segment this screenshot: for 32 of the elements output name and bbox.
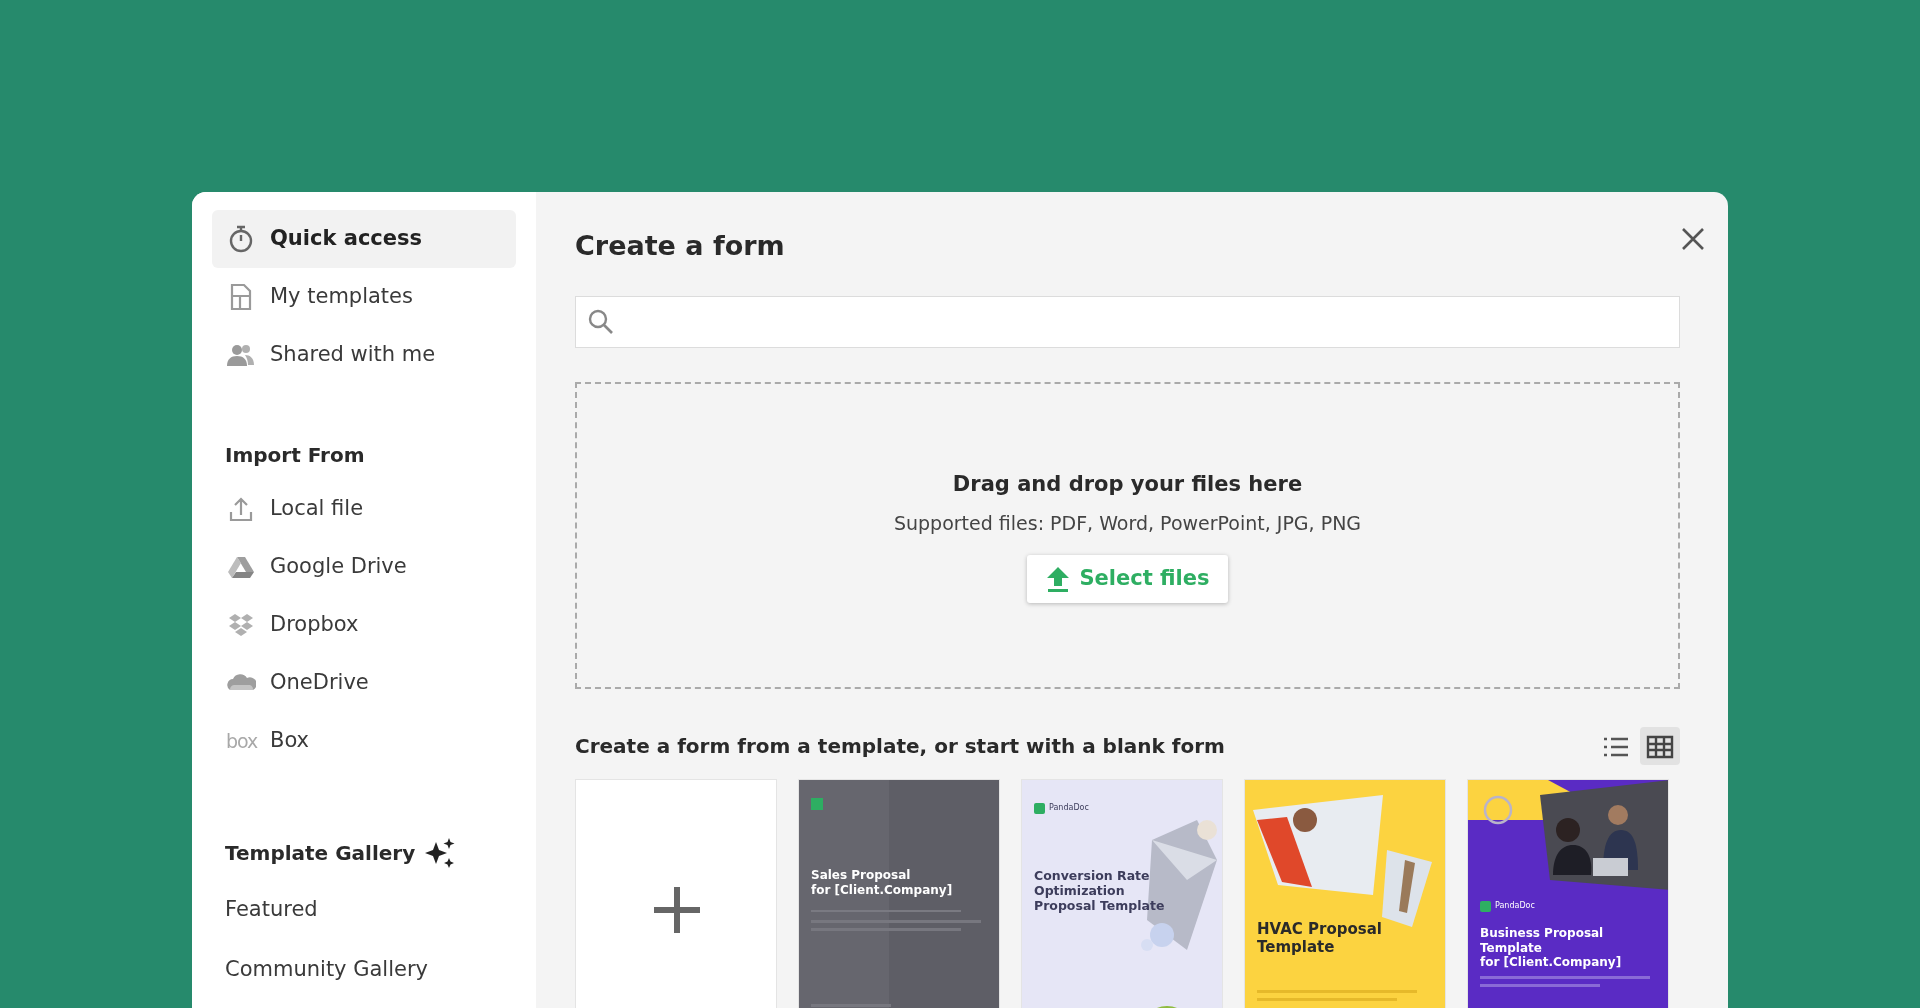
sidebar-item[interactable]: Quick access: [212, 210, 516, 268]
template-card[interactable]: PandaDoc Conversion Rate Optimization Proposal Template: [1021, 779, 1223, 1008]
sidebar-item[interactable]: Dropbox: [212, 596, 516, 654]
plus-icon: [652, 885, 702, 936]
sidebar-item[interactable]: My templates: [212, 268, 516, 326]
gallery-link[interactable]: Featured: [212, 880, 516, 940]
sidebar-item[interactable]: box Box: [212, 712, 516, 770]
section-heading: Create a form from a template, or start with a blank form: [575, 733, 1225, 761]
supported-files-text: Supported files: PDF, Word, PowerPoint, JPG, PNG: [893, 510, 1362, 536]
grid-view-icon: [1646, 734, 1674, 759]
dialog-title: Create a form: [575, 230, 786, 263]
template-title: HVAC Proposal Template: [1257, 920, 1383, 957]
template-card[interactable]: Sales Proposal for [Client.Company]: [798, 779, 1000, 1008]
template-title: Business Proposal Template for [Client.Company]: [1480, 926, 1623, 970]
gallery-link[interactable]: Community Gallery: [212, 940, 516, 1000]
template-title: Conversion Rate Optimization Proposal Template: [1034, 868, 1166, 914]
sidebar-item[interactable]: OneDrive: [212, 654, 516, 712]
search-field[interactable]: [575, 296, 1680, 349]
brand-label: PandaDoc: [1480, 900, 1535, 913]
template-title: Sales Proposal for [Client.Company]: [811, 868, 954, 898]
upload-icon: [1045, 564, 1072, 593]
section-heading: Import From: [224, 442, 366, 469]
box-logo-icon: box: [226, 726, 256, 756]
sidebar-item[interactable]: Google Drive: [212, 538, 516, 596]
template-card[interactable]: HVAC Proposal Template: [1244, 779, 1446, 1008]
view-toggle[interactable]: [1640, 727, 1680, 766]
template-card[interactable]: PandaDoc Business Proposal Template for [Client.Company]: [1467, 779, 1669, 1008]
brand-label: PandaDoc: [1034, 802, 1089, 815]
drop-heading: Drag and drop your files here: [952, 471, 1303, 499]
section-heading: Template Gallery: [225, 840, 416, 867]
sidebar-item[interactable]: Local file: [212, 480, 516, 538]
sidebar-item[interactable]: Shared with me: [212, 326, 516, 384]
